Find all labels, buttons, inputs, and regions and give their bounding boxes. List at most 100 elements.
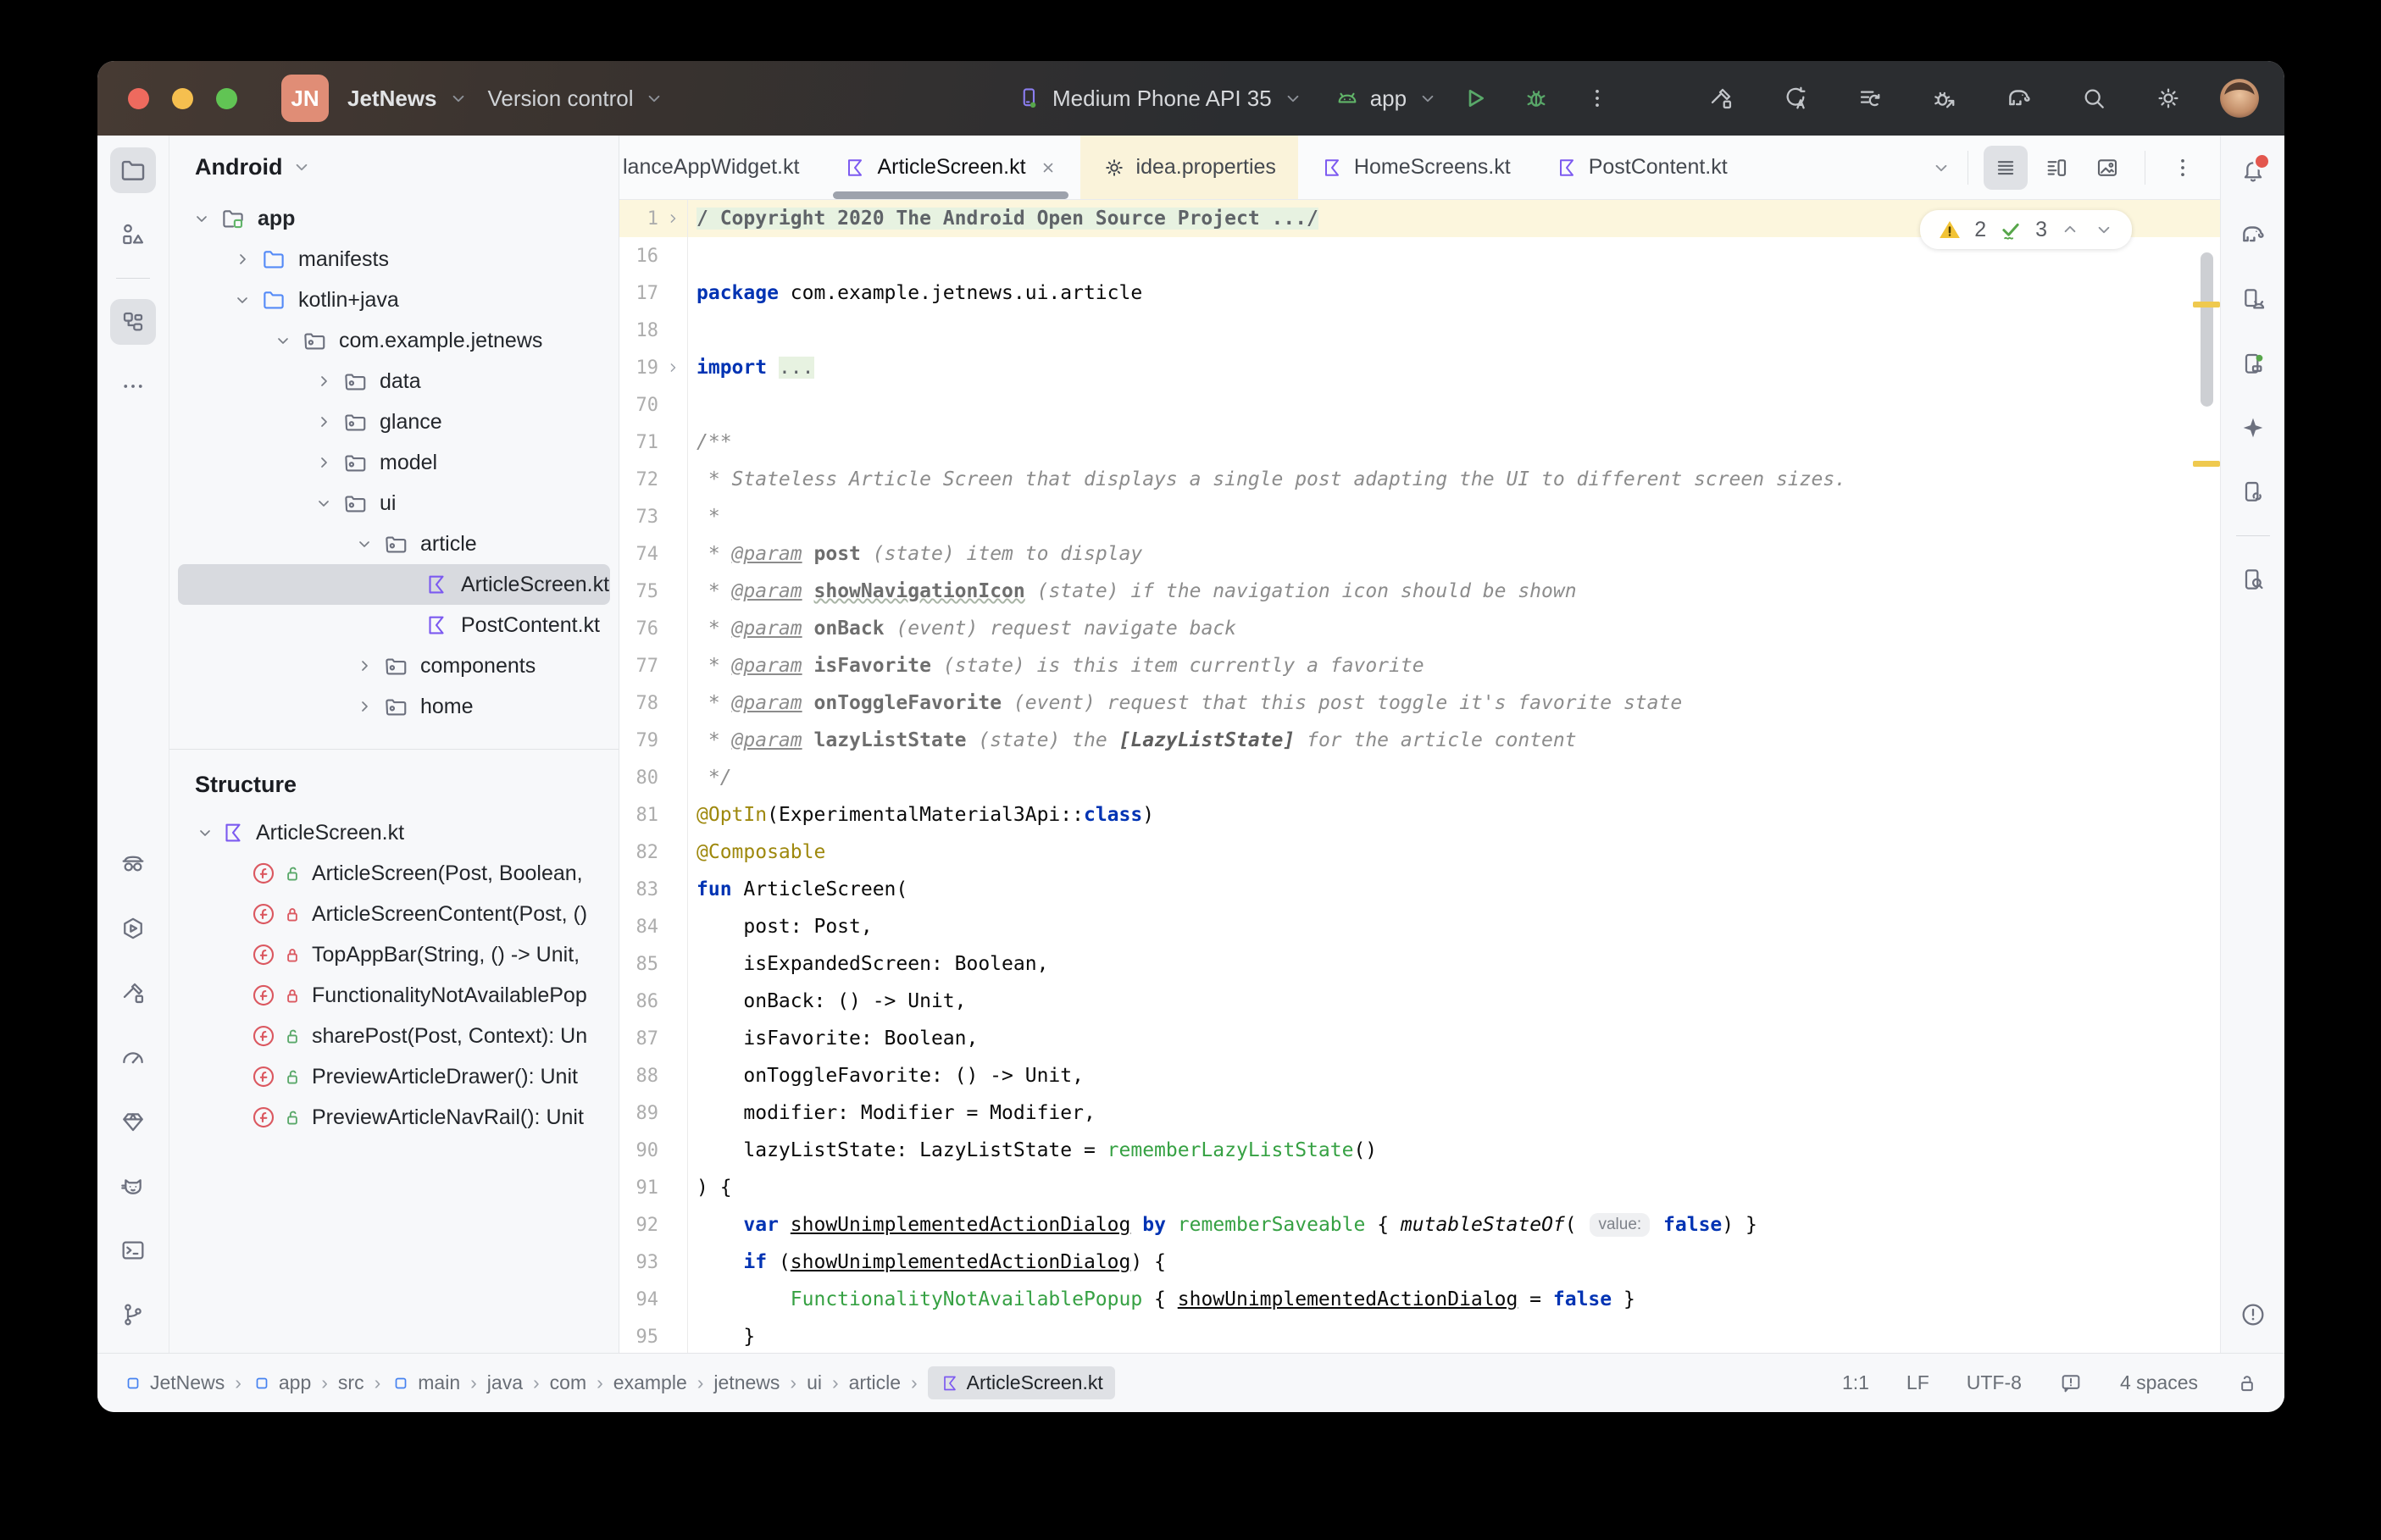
logcat-icon[interactable] xyxy=(110,1163,156,1209)
tab-list-chevron-icon[interactable] xyxy=(1930,157,1952,179)
profile-app-icon[interactable] xyxy=(1920,74,1969,123)
line-number[interactable]: 93 xyxy=(619,1252,659,1273)
debug-button[interactable] xyxy=(1512,74,1561,123)
chevron-right-icon[interactable] xyxy=(349,656,380,676)
indent-setting[interactable]: 4 spaces xyxy=(2120,1371,2198,1394)
project-view-selector[interactable]: Android xyxy=(195,154,282,180)
breadcrumb-articlescreen-kt[interactable]: ArticleScreen.kt xyxy=(927,1366,1115,1399)
fold-arrow-icon[interactable] xyxy=(658,359,687,376)
code-line-19[interactable]: 19 import ... xyxy=(619,349,2220,386)
project-widget[interactable]: JetNews xyxy=(347,86,469,112)
structure-item[interactable]: FunctionalityNotAvailablePop xyxy=(169,975,619,1016)
structure-tool-icon[interactable] xyxy=(110,299,156,345)
caret-position[interactable]: 1:1 xyxy=(1842,1371,1869,1394)
close-tab-icon[interactable] xyxy=(1038,158,1058,178)
warning-stripe-mark[interactable] xyxy=(2193,302,2220,307)
tree-item-kotlin-java[interactable]: kotlin+java xyxy=(178,280,610,320)
line-number[interactable]: 75 xyxy=(619,581,659,602)
run-button[interactable] xyxy=(1451,74,1500,123)
line-number[interactable]: 76 xyxy=(619,618,659,640)
code-line-89[interactable]: 89 modifier: Modifier = Modifier, xyxy=(619,1094,2220,1132)
editor-only-view-button[interactable] xyxy=(1984,145,2028,190)
build-variants-icon[interactable] xyxy=(1845,74,1895,123)
services-icon[interactable] xyxy=(110,906,156,951)
tree-item-model[interactable]: model xyxy=(178,442,610,483)
code-line-18[interactable]: 18 xyxy=(619,312,2220,349)
line-number[interactable]: 19 xyxy=(619,357,659,379)
editor-tab-lanceappwidget-kt[interactable]: lanceAppWidget.kt xyxy=(619,136,821,199)
breadcrumb-jetnews[interactable]: jetnews xyxy=(713,1371,780,1394)
device-selector[interactable]: Medium Phone API 35 xyxy=(1017,86,1304,112)
code-line-88[interactable]: 88 onToggleFavorite: () -> Unit, xyxy=(619,1057,2220,1094)
project-tool-icon[interactable] xyxy=(110,147,156,193)
line-number[interactable]: 88 xyxy=(619,1066,659,1087)
device-pairing-icon[interactable] xyxy=(2230,469,2276,515)
code-line-90[interactable]: 90 lazyListState: LazyListState = rememb… xyxy=(619,1132,2220,1169)
editor-scrollbar[interactable] xyxy=(2201,252,2213,407)
line-number[interactable]: 73 xyxy=(619,507,659,528)
line-number[interactable]: 16 xyxy=(619,246,659,267)
tree-item-manifests[interactable]: manifests xyxy=(178,239,610,280)
line-number[interactable]: 71 xyxy=(619,432,659,453)
inspections-widget[interactable]: 2 3 xyxy=(1920,210,2132,249)
line-number[interactable]: 74 xyxy=(619,544,659,565)
code-line-91[interactable]: 91) { xyxy=(619,1169,2220,1206)
tree-item-data[interactable]: data xyxy=(178,361,610,402)
gradle-tool-icon[interactable] xyxy=(2230,212,2276,258)
notifications-icon[interactable] xyxy=(2230,147,2276,193)
line-number[interactable]: 82 xyxy=(619,842,659,863)
chevron-right-icon[interactable] xyxy=(349,696,380,717)
code-line-93[interactable]: 93 if (showUnimplementedActionDialog) { xyxy=(619,1244,2220,1281)
line-number[interactable]: 86 xyxy=(619,991,659,1012)
line-number[interactable]: 78 xyxy=(619,693,659,714)
chevron-right-icon[interactable] xyxy=(308,412,339,432)
code-line-78[interactable]: 78 * @param onToggleFavorite (event) req… xyxy=(619,684,2220,722)
line-number[interactable]: 1 xyxy=(619,208,658,230)
chevron-down-icon[interactable] xyxy=(349,534,380,554)
line-number[interactable]: 17 xyxy=(619,283,659,304)
write-access-lock-icon[interactable] xyxy=(2235,1371,2259,1395)
code-line-94[interactable]: 94 FunctionalityNotAvailablePopup { show… xyxy=(619,1281,2220,1318)
editor-tab-homescreens-kt[interactable]: HomeScreens.kt xyxy=(1298,136,1533,199)
breadcrumb-java[interactable]: java xyxy=(487,1371,523,1394)
more-tool-windows-icon[interactable] xyxy=(110,363,156,409)
code-line-87[interactable]: 87 isFavorite: Boolean, xyxy=(619,1020,2220,1057)
warning-stripe-mark[interactable] xyxy=(2193,461,2220,467)
line-number[interactable]: 87 xyxy=(619,1028,659,1050)
tree-item-app[interactable]: app xyxy=(178,198,610,239)
app-quality-insights-icon[interactable] xyxy=(110,1099,156,1144)
settings-icon[interactable] xyxy=(2144,74,2193,123)
structure-file-row[interactable]: ArticleScreen.kt xyxy=(169,812,619,853)
line-number[interactable]: 83 xyxy=(619,879,659,900)
structure-item[interactable]: ArticleScreen(Post, Boolean, xyxy=(169,853,619,894)
profiler-icon[interactable] xyxy=(110,1034,156,1080)
project-panel-header[interactable]: Android xyxy=(169,136,619,198)
code-line-76[interactable]: 76 * @param onBack (event) request navig… xyxy=(619,610,2220,647)
code-editor[interactable]: 1/ Copyright 2020 The Android Open Sourc… xyxy=(619,200,2220,1353)
line-number[interactable]: 89 xyxy=(619,1103,659,1124)
structure-item[interactable]: ArticleScreenContent(Post, () xyxy=(169,894,619,934)
line-number[interactable]: 91 xyxy=(619,1177,659,1199)
chevron-down-icon[interactable] xyxy=(190,823,220,843)
line-number[interactable]: 81 xyxy=(619,805,659,826)
editor-tab-articlescreen-kt[interactable]: ArticleScreen.kt xyxy=(821,136,1079,199)
breadcrumb-app[interactable]: app xyxy=(252,1371,311,1394)
line-number[interactable]: 94 xyxy=(619,1289,659,1310)
tree-item-postcontent-kt[interactable]: PostContent.kt xyxy=(178,605,610,645)
line-number[interactable]: 72 xyxy=(619,469,659,490)
code-line-92[interactable]: 92 var showUnimplementedActionDialog by … xyxy=(619,1206,2220,1244)
breadcrumb-example[interactable]: example xyxy=(613,1371,687,1394)
code-line-86[interactable]: 86 onBack: () -> Unit, xyxy=(619,983,2220,1020)
line-number[interactable]: 92 xyxy=(619,1215,659,1236)
design-view-button[interactable] xyxy=(2085,146,2129,190)
code-line-79[interactable]: 79 * @param lazyListState (state) the [L… xyxy=(619,722,2220,759)
line-number[interactable]: 80 xyxy=(619,767,659,789)
build-tool-icon[interactable] xyxy=(110,970,156,1016)
code-line-81[interactable]: 81 @OptIn (ExperimentalMaterial3Api:: class… xyxy=(619,796,2220,834)
code-line-70[interactable]: 70 xyxy=(619,386,2220,424)
next-problem-icon[interactable] xyxy=(2093,219,2115,241)
line-number[interactable]: 84 xyxy=(619,917,659,938)
gemini-icon[interactable] xyxy=(2230,405,2276,451)
file-encoding[interactable]: UTF-8 xyxy=(1967,1371,2022,1394)
tree-item-components[interactable]: components xyxy=(178,645,610,686)
